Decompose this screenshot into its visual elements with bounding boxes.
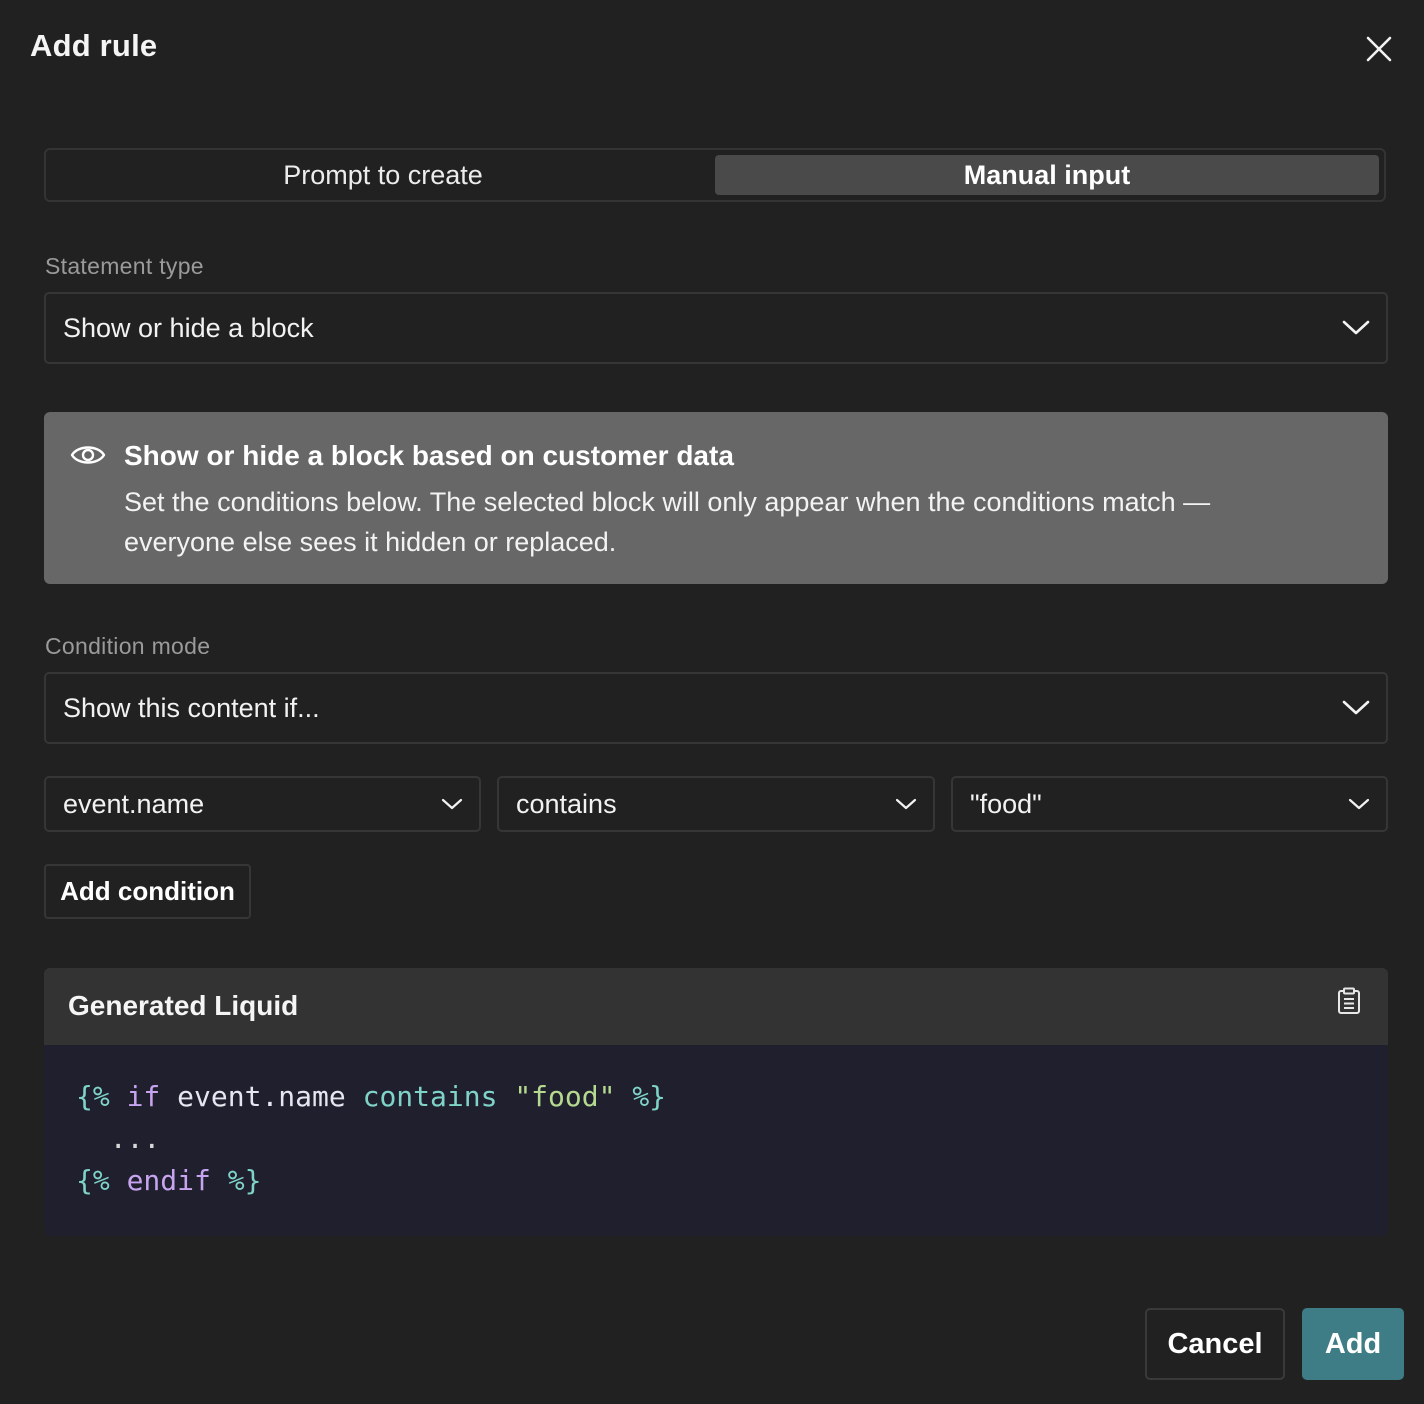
info-callout: Show or hide a block based on customer d… [44, 412, 1388, 584]
condition-mode-value: Show this content if... [63, 692, 320, 723]
code-token: contains [362, 1080, 498, 1113]
code-token: {% [76, 1164, 110, 1197]
code-token: ... [109, 1122, 161, 1155]
chevron-down-icon [1342, 700, 1370, 716]
clipboard-icon [1338, 987, 1360, 1014]
generated-liquid-panel: Generated Liquid {% if event.name contai… [44, 968, 1388, 1236]
condition-mode-select[interactable]: Show this content if... [44, 672, 1388, 744]
generated-liquid-header: Generated Liquid [44, 968, 1388, 1045]
add-rule-dialog: Add rule Prompt to create Manual input S… [0, 0, 1424, 1404]
eye-icon [70, 441, 106, 474]
condition-value-value: "food" [970, 788, 1042, 819]
chevron-down-icon [1348, 798, 1370, 811]
chevron-down-icon [895, 798, 917, 811]
condition-field-value: event.name [63, 788, 205, 819]
code-line: {% if event.name contains "food" %} [76, 1076, 666, 1118]
code-token: %} [227, 1164, 262, 1197]
chevron-down-icon [1342, 320, 1370, 336]
info-description: Set the conditions below. The selected b… [124, 487, 1211, 557]
code-token: if [126, 1080, 161, 1113]
tab-manual-input[interactable]: Manual input [715, 155, 1379, 195]
code-token: %} [632, 1080, 667, 1113]
condition-mode-label: Condition mode [45, 633, 211, 659]
code-token: event.name [177, 1080, 346, 1113]
code-line: ... [76, 1118, 666, 1160]
close-icon [1366, 36, 1392, 62]
chevron-down-icon [441, 798, 463, 811]
mode-segmented-control: Prompt to create Manual input [44, 148, 1386, 202]
condition-value-select[interactable]: "food" [951, 776, 1388, 832]
copy-button[interactable] [1334, 985, 1364, 1017]
cancel-button[interactable]: Cancel [1145, 1308, 1285, 1380]
tab-prompt-to-create[interactable]: Prompt to create [51, 155, 715, 195]
info-title: Show or hide a block based on customer d… [124, 440, 734, 471]
code-token: {% [76, 1080, 110, 1113]
condition-field-select[interactable]: event.name [44, 776, 481, 832]
statement-type-select[interactable]: Show or hide a block [44, 292, 1388, 364]
dialog-title: Add rule [30, 28, 158, 63]
code-block: {% if event.name contains "food" %} ... {… [76, 1076, 666, 1202]
code-line: {% endif %} [76, 1160, 666, 1202]
condition-operator-select[interactable]: contains [497, 776, 935, 832]
statement-type-label: Statement type [45, 253, 204, 279]
add-condition-button[interactable]: Add condition [44, 864, 251, 919]
generated-liquid-title: Generated Liquid [68, 990, 299, 1021]
add-button[interactable]: Add [1302, 1308, 1404, 1380]
code-token: endif [126, 1164, 211, 1197]
condition-operator-value: contains [516, 788, 617, 819]
close-button[interactable] [1360, 30, 1398, 68]
code-token: "food" [514, 1080, 616, 1113]
statement-type-value: Show or hide a block [63, 312, 314, 343]
